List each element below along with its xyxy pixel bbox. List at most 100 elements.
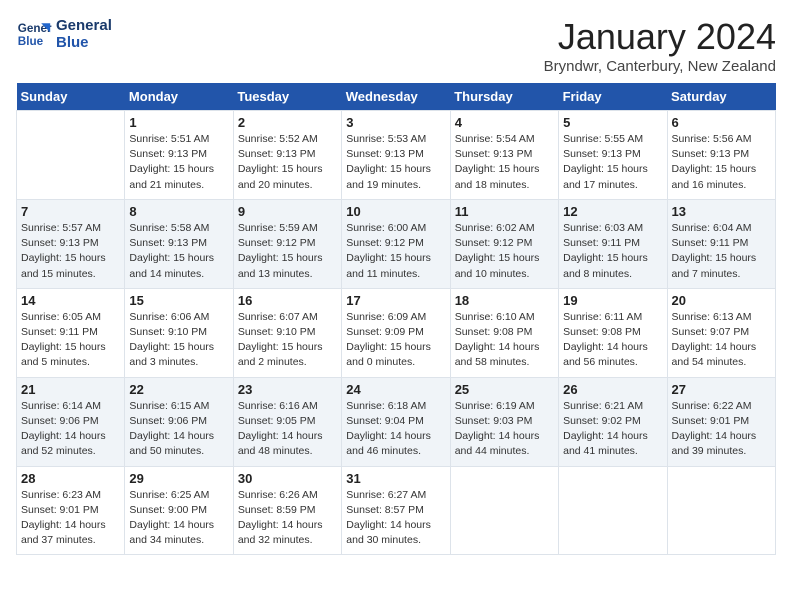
day-info: Sunrise: 5:51 AM Sunset: 9:13 PM Dayligh… <box>129 132 228 193</box>
logo-line1: General <box>56 17 112 34</box>
day-info: Sunrise: 6:00 AM Sunset: 9:12 PM Dayligh… <box>346 221 445 282</box>
calendar-cell: 24 Sunrise: 6:18 AM Sunset: 9:04 PM Dayli… <box>342 377 450 466</box>
day-info: Sunrise: 6:18 AM Sunset: 9:04 PM Dayligh… <box>346 399 445 460</box>
calendar-cell: 31 Sunrise: 6:27 AM Sunset: 8:57 PM Dayli… <box>342 466 450 555</box>
week-row-2: 7 Sunrise: 5:57 AM Sunset: 9:13 PM Daylig… <box>17 199 776 288</box>
day-number: 18 <box>455 293 554 308</box>
calendar-cell: 19Sunrise: 6:11 AM Sunset: 9:08 PM Dayli… <box>559 288 667 377</box>
day-number: 28 <box>21 471 120 486</box>
day-number: 29 <box>129 471 228 486</box>
day-number: 1 <box>129 115 228 130</box>
day-number: 23 <box>238 382 337 397</box>
calendar-cell: 18 Sunrise: 6:10 AM Sunset: 9:08 PM Dayli… <box>450 288 558 377</box>
weekday-header-sunday: Sunday <box>17 83 125 111</box>
day-number: 3 <box>346 115 445 130</box>
calendar-cell: 14Sunrise: 6:05 AM Sunset: 9:11 PM Dayli… <box>17 288 125 377</box>
week-row-1: 1 Sunrise: 5:51 AM Sunset: 9:13 PM Daylig… <box>17 111 776 200</box>
calendar-cell: 12 Sunrise: 6:03 AM Sunset: 9:11 PM Dayli… <box>559 199 667 288</box>
weekday-header-tuesday: Tuesday <box>233 83 341 111</box>
day-info: Sunrise: 5:52 AM Sunset: 9:13 PM Dayligh… <box>238 132 337 193</box>
day-info: Sunrise: 5:57 AM Sunset: 9:13 PM Dayligh… <box>21 221 120 282</box>
calendar-cell <box>450 466 558 555</box>
weekday-header-thursday: Thursday <box>450 83 558 111</box>
week-row-5: 28 Sunrise: 6:23 AM Sunset: 9:01 PM Dayli… <box>17 466 776 555</box>
day-info: Sunrise: 6:15 AM Sunset: 9:06 PM Dayligh… <box>129 399 228 460</box>
day-number: 14 <box>21 293 120 308</box>
day-info: Sunrise: 5:58 AM Sunset: 9:13 PM Dayligh… <box>129 221 228 282</box>
calendar-cell: 7 Sunrise: 5:57 AM Sunset: 9:13 PM Daylig… <box>17 199 125 288</box>
calendar-table: SundayMondayTuesdayWednesdayThursdayFrid… <box>16 83 776 555</box>
day-number: 11 <box>455 204 554 219</box>
calendar-cell: 30Sunrise: 6:26 AM Sunset: 8:59 PM Dayli… <box>233 466 341 555</box>
day-number: 17 <box>346 293 445 308</box>
day-info: Sunrise: 6:19 AM Sunset: 9:03 PM Dayligh… <box>455 399 554 460</box>
day-info: Sunrise: 5:56 AM Sunset: 9:13 PM Dayligh… <box>672 132 771 193</box>
weekday-header-saturday: Saturday <box>667 83 775 111</box>
calendar-cell: 27Sunrise: 6:22 AM Sunset: 9:01 PM Dayli… <box>667 377 775 466</box>
week-row-4: 21 Sunrise: 6:14 AM Sunset: 9:06 PM Dayli… <box>17 377 776 466</box>
day-info: Sunrise: 6:23 AM Sunset: 9:01 PM Dayligh… <box>21 488 120 549</box>
weekday-header-wednesday: Wednesday <box>342 83 450 111</box>
day-info: Sunrise: 6:07 AM Sunset: 9:10 PM Dayligh… <box>238 310 337 371</box>
calendar-cell: 25 Sunrise: 6:19 AM Sunset: 9:03 PM Dayli… <box>450 377 558 466</box>
title-block: January 2024 Bryndwr, Canterbury, New Ze… <box>544 16 776 75</box>
logo: General Blue General Blue <box>16 16 112 52</box>
day-info: Sunrise: 6:04 AM Sunset: 9:11 PM Dayligh… <box>672 221 771 282</box>
day-number: 9 <box>238 204 337 219</box>
month-title: January 2024 <box>544 16 776 58</box>
location: Bryndwr, Canterbury, New Zealand <box>544 58 776 75</box>
day-number: 25 <box>455 382 554 397</box>
day-number: 12 <box>563 204 662 219</box>
day-number: 8 <box>129 204 228 219</box>
day-number: 24 <box>346 382 445 397</box>
day-info: Sunrise: 6:27 AM Sunset: 8:57 PM Dayligh… <box>346 488 445 549</box>
day-info: Sunrise: 6:25 AM Sunset: 9:00 PM Dayligh… <box>129 488 228 549</box>
calendar-cell: 5Sunrise: 5:55 AM Sunset: 9:13 PM Daylig… <box>559 111 667 200</box>
day-info: Sunrise: 6:14 AM Sunset: 9:06 PM Dayligh… <box>21 399 120 460</box>
calendar-cell: 22Sunrise: 6:15 AM Sunset: 9:06 PM Dayli… <box>125 377 233 466</box>
day-info: Sunrise: 5:54 AM Sunset: 9:13 PM Dayligh… <box>455 132 554 193</box>
calendar-cell: 1 Sunrise: 5:51 AM Sunset: 9:13 PM Daylig… <box>125 111 233 200</box>
calendar-cell: 9Sunrise: 5:59 AM Sunset: 9:12 PM Daylig… <box>233 199 341 288</box>
day-info: Sunrise: 6:22 AM Sunset: 9:01 PM Dayligh… <box>672 399 771 460</box>
calendar-cell: 10 Sunrise: 6:00 AM Sunset: 9:12 PM Dayli… <box>342 199 450 288</box>
logo-icon: General Blue <box>16 16 52 52</box>
day-number: 15 <box>129 293 228 308</box>
day-info: Sunrise: 5:53 AM Sunset: 9:13 PM Dayligh… <box>346 132 445 193</box>
day-number: 26 <box>563 382 662 397</box>
svg-text:Blue: Blue <box>18 35 44 48</box>
day-info: Sunrise: 6:26 AM Sunset: 8:59 PM Dayligh… <box>238 488 337 549</box>
calendar-cell: 21 Sunrise: 6:14 AM Sunset: 9:06 PM Dayli… <box>17 377 125 466</box>
day-info: Sunrise: 6:09 AM Sunset: 9:09 PM Dayligh… <box>346 310 445 371</box>
weekday-header-row: SundayMondayTuesdayWednesdayThursdayFrid… <box>17 83 776 111</box>
day-info: Sunrise: 6:16 AM Sunset: 9:05 PM Dayligh… <box>238 399 337 460</box>
calendar-cell <box>559 466 667 555</box>
calendar-cell: 13 Sunrise: 6:04 AM Sunset: 9:11 PM Dayli… <box>667 199 775 288</box>
day-info: Sunrise: 6:10 AM Sunset: 9:08 PM Dayligh… <box>455 310 554 371</box>
day-info: Sunrise: 6:13 AM Sunset: 9:07 PM Dayligh… <box>672 310 771 371</box>
day-number: 19 <box>563 293 662 308</box>
weekday-header-friday: Friday <box>559 83 667 111</box>
calendar-cell <box>17 111 125 200</box>
calendar-cell: 16Sunrise: 6:07 AM Sunset: 9:10 PM Dayli… <box>233 288 341 377</box>
day-info: Sunrise: 6:02 AM Sunset: 9:12 PM Dayligh… <box>455 221 554 282</box>
calendar-cell: 6Sunrise: 5:56 AM Sunset: 9:13 PM Daylig… <box>667 111 775 200</box>
day-number: 4 <box>455 115 554 130</box>
day-number: 7 <box>21 204 120 219</box>
day-number: 21 <box>21 382 120 397</box>
calendar-cell: 4 Sunrise: 5:54 AM Sunset: 9:13 PM Daylig… <box>450 111 558 200</box>
day-number: 31 <box>346 471 445 486</box>
calendar-cell: 3 Sunrise: 5:53 AM Sunset: 9:13 PM Daylig… <box>342 111 450 200</box>
calendar-cell: 20Sunrise: 6:13 AM Sunset: 9:07 PM Dayli… <box>667 288 775 377</box>
day-number: 10 <box>346 204 445 219</box>
page-header: General Blue General Blue January 2024 B… <box>16 16 776 75</box>
calendar-cell: 23 Sunrise: 6:16 AM Sunset: 9:05 PM Dayli… <box>233 377 341 466</box>
calendar-cell: 2 Sunrise: 5:52 AM Sunset: 9:13 PM Daylig… <box>233 111 341 200</box>
day-number: 2 <box>238 115 337 130</box>
calendar-cell: 28 Sunrise: 6:23 AM Sunset: 9:01 PM Dayli… <box>17 466 125 555</box>
day-info: Sunrise: 6:03 AM Sunset: 9:11 PM Dayligh… <box>563 221 662 282</box>
day-number: 13 <box>672 204 771 219</box>
day-info: Sunrise: 6:06 AM Sunset: 9:10 PM Dayligh… <box>129 310 228 371</box>
calendar-cell: 8 Sunrise: 5:58 AM Sunset: 9:13 PM Daylig… <box>125 199 233 288</box>
calendar-cell: 29 Sunrise: 6:25 AM Sunset: 9:00 PM Dayli… <box>125 466 233 555</box>
